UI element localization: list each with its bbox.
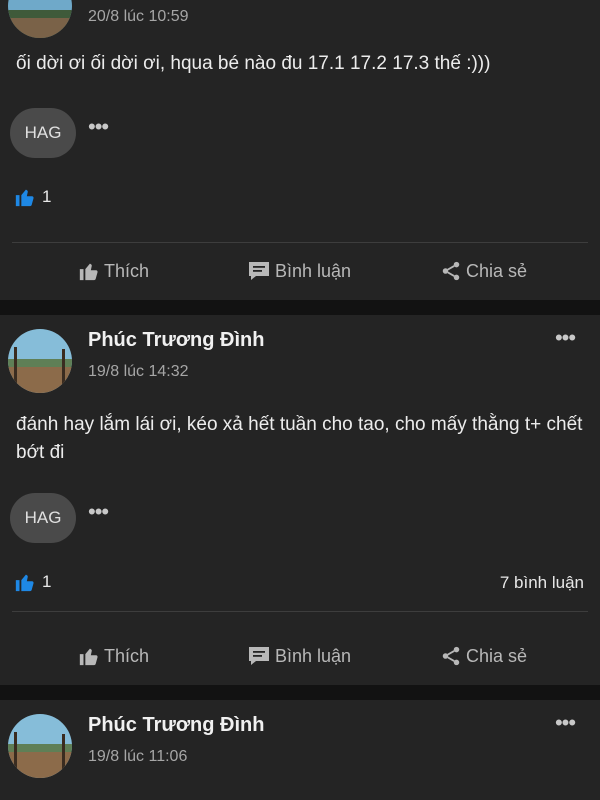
like-button[interactable]: Thích (78, 645, 149, 667)
post-timestamp[interactable]: 19/8 lúc 11:06 (88, 748, 187, 766)
more-dots-icon[interactable]: ••• (88, 499, 109, 525)
more-dots-icon[interactable]: ••• (550, 712, 580, 736)
share-label: Chia sẻ (466, 645, 528, 666)
share-button[interactable]: Chia sẻ (440, 645, 527, 667)
like-count: 1 (42, 572, 52, 591)
comment-label: Bình luận (275, 645, 352, 666)
post-stats: 1 7 bình luận (0, 571, 600, 601)
post-header: 20/8 lúc 10:59 (0, 0, 600, 40)
thumbs-up-icon (15, 189, 34, 207)
divider (12, 242, 588, 243)
post-header: Phúc Trương Đình 19/8 lúc 14:32 ••• (0, 315, 600, 395)
more-dots-icon[interactable]: ••• (88, 114, 109, 140)
speech-bubble-icon (249, 647, 269, 665)
like-summary[interactable]: 1 (14, 571, 51, 593)
post-header: Phúc Trương Đình 19/8 lúc 11:06 ••• (0, 700, 600, 780)
more-dots-icon[interactable]: ••• (550, 327, 580, 351)
thumbs-up-icon (15, 574, 34, 592)
comment-button[interactable]: Bình luận (247, 260, 351, 282)
post-text: đánh hay lắm lái ơi, kéo xả hết tuần cho… (16, 414, 583, 463)
like-label: Thích (104, 645, 150, 666)
post-stats: 1 (0, 186, 600, 216)
like-count: 1 (42, 187, 52, 206)
action-bar: Thích Bình luận Chia sẻ (0, 645, 600, 685)
comment-label: Bình luận (275, 260, 352, 281)
share-label: Chia sẻ (466, 260, 528, 281)
divider (12, 611, 588, 612)
post-card: Phúc Trương Đình 19/8 lúc 11:06 ••• (0, 700, 600, 800)
share-icon (442, 261, 460, 281)
post-card: Phúc Trương Đình 19/8 lúc 14:32 ••• đánh… (0, 315, 600, 685)
author-name[interactable]: Phúc Trương Đình (88, 714, 264, 737)
author-avatar[interactable] (8, 714, 72, 778)
post-text: ối dời ơi ối dời ơi, hqua bé nào đu 17.1… (16, 53, 491, 74)
share-button[interactable]: Chia sẻ (440, 260, 527, 282)
post-card: 20/8 lúc 10:59 ối dời ơi ối dời ơi, hqua… (0, 0, 600, 300)
author-name[interactable]: Phúc Trương Đình (88, 329, 264, 352)
action-bar: Thích Bình luận Chia sẻ (0, 260, 600, 300)
like-summary[interactable]: 1 (14, 186, 51, 208)
tag-chip-hag[interactable]: HAG (10, 493, 76, 543)
thumbs-up-icon (79, 263, 98, 281)
comment-button[interactable]: Bình luận (247, 645, 351, 667)
share-icon (442, 646, 460, 666)
post-timestamp[interactable]: 20/8 lúc 10:59 (88, 8, 189, 26)
author-avatar[interactable] (8, 329, 72, 393)
post-timestamp[interactable]: 19/8 lúc 14:32 (88, 363, 189, 381)
author-avatar[interactable] (8, 0, 72, 38)
like-label: Thích (104, 260, 150, 281)
like-button[interactable]: Thích (78, 260, 149, 282)
speech-bubble-icon (249, 262, 269, 280)
thumbs-up-icon (79, 648, 98, 666)
comment-count[interactable]: 7 bình luận (500, 573, 584, 593)
tag-chip-hag[interactable]: HAG (10, 108, 76, 158)
